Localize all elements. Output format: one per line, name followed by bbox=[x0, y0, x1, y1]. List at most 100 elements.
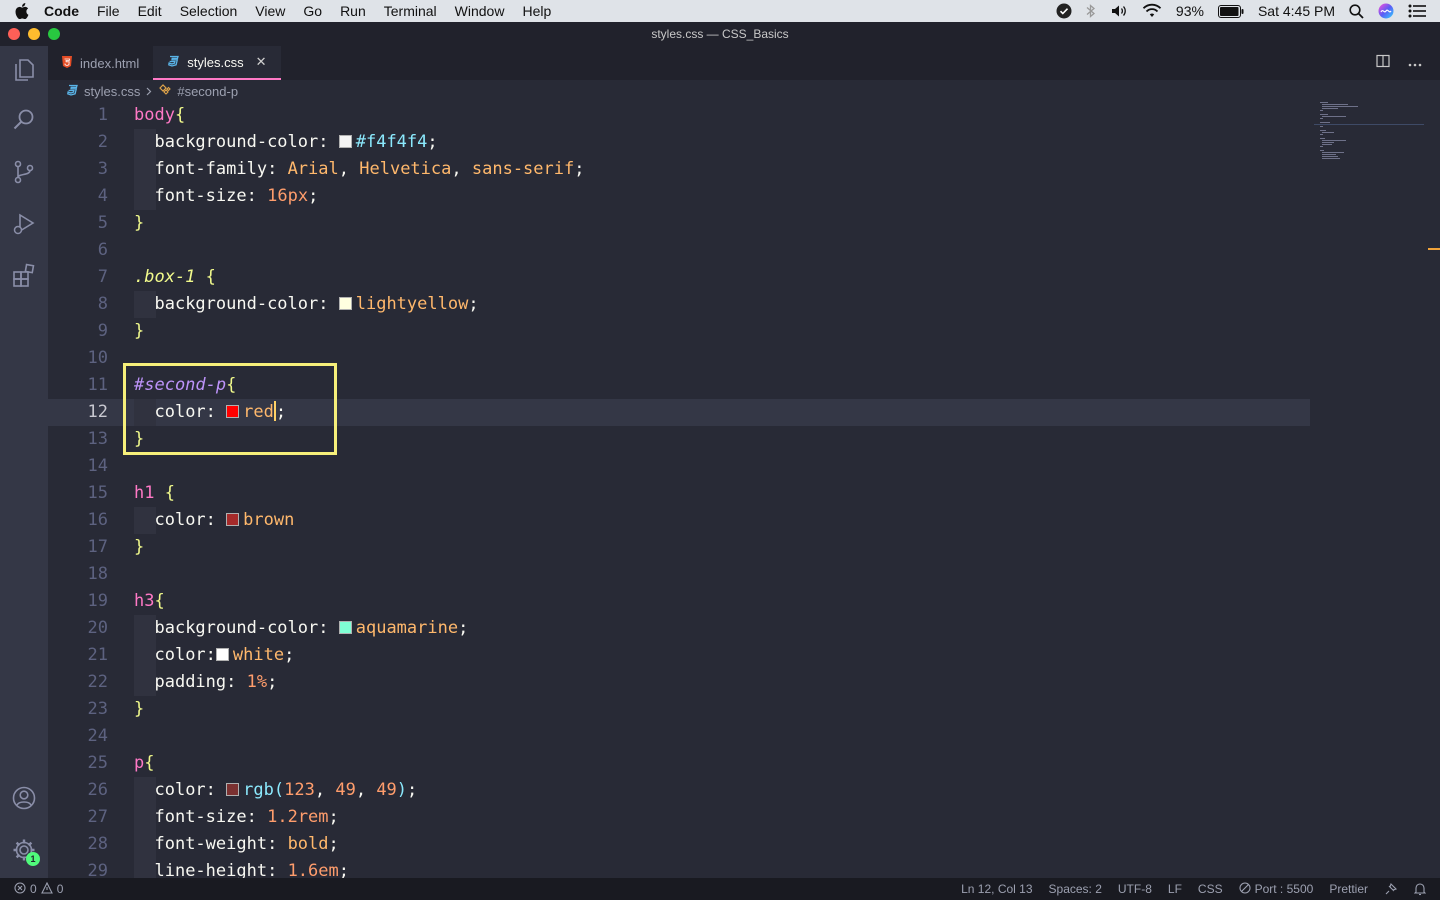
menu-run[interactable]: Run bbox=[331, 3, 375, 19]
code-line: 6 bbox=[97, 240, 108, 260]
apple-logo-icon[interactable] bbox=[0, 3, 44, 19]
minimap-line bbox=[1320, 134, 1323, 135]
menu-app-name[interactable]: Code bbox=[44, 3, 88, 19]
minimize-window-button[interactable] bbox=[28, 28, 40, 40]
notifications-bell-icon[interactable] bbox=[1414, 882, 1426, 896]
menu-edit[interactable]: Edit bbox=[129, 3, 171, 19]
no-entry-icon bbox=[1239, 881, 1251, 897]
code-line: 7 .box-1 { bbox=[97, 267, 216, 287]
extensions-icon[interactable] bbox=[0, 252, 48, 300]
run-debug-icon[interactable] bbox=[0, 200, 48, 248]
live-server-port[interactable]: Port : 5500 bbox=[1239, 881, 1314, 897]
code-line: 3 font-family: Arial, Helvetica, sans-se… bbox=[97, 159, 585, 179]
error-icon bbox=[14, 881, 26, 897]
breadcrumb-symbol[interactable]: #second-p bbox=[177, 84, 238, 99]
code-line: 22 padding: 1%; bbox=[87, 672, 278, 692]
tab-styles-css[interactable]: styles.css ✕ bbox=[153, 46, 281, 80]
html5-icon bbox=[62, 55, 72, 71]
color-swatch[interactable] bbox=[338, 621, 352, 634]
status-bar: 0 0 Ln 12, Col 13 Spaces: 2 UTF-8 LF CSS… bbox=[0, 878, 1440, 900]
more-actions-icon[interactable] bbox=[1408, 54, 1422, 72]
split-editor-icon[interactable] bbox=[1376, 54, 1390, 73]
tab-index-html[interactable]: index.html bbox=[48, 46, 154, 80]
minimap-line bbox=[1320, 138, 1325, 139]
code-line: 9} bbox=[97, 321, 145, 341]
volume-icon[interactable] bbox=[1110, 3, 1128, 19]
code-line: 8 background-color: lightyellow; bbox=[97, 294, 479, 314]
code-line: 29 line-height: 1.6em; bbox=[87, 861, 350, 878]
code-line: 2 background-color: #f4f4f4; bbox=[97, 132, 438, 152]
code-line: 16 color: brown bbox=[87, 510, 295, 530]
code-line: 19 h3{ bbox=[87, 591, 165, 611]
menu-terminal[interactable]: Terminal bbox=[375, 3, 446, 19]
port-label: Port : 5500 bbox=[1254, 882, 1314, 896]
manage-gear-icon[interactable]: 1 bbox=[0, 826, 48, 874]
indentation-setting[interactable]: Spaces: 2 bbox=[1049, 882, 1102, 896]
minimap-line bbox=[1322, 108, 1338, 109]
menu-go[interactable]: Go bbox=[294, 3, 331, 19]
color-swatch[interactable] bbox=[226, 513, 240, 526]
checkmark-status-icon[interactable] bbox=[1056, 3, 1072, 19]
bluetooth-icon[interactable] bbox=[1086, 3, 1096, 19]
breadcrumb-file[interactable]: styles.css bbox=[84, 84, 140, 99]
tab-label: styles.css bbox=[187, 54, 244, 70]
minimap-line bbox=[1322, 144, 1332, 145]
cursor-position[interactable]: Ln 12, Col 13 bbox=[961, 882, 1032, 896]
close-window-button[interactable] bbox=[8, 28, 20, 40]
wifi-icon[interactable] bbox=[1142, 3, 1162, 19]
minimap-line bbox=[1320, 122, 1330, 123]
code-editor[interactable]: 1 body{ 2 background-color: #f4f4f4; 3 fo… bbox=[48, 102, 1440, 878]
code-line: 27 font-size: 1.2rem; bbox=[87, 807, 339, 827]
settings-update-badge: 1 bbox=[26, 852, 40, 866]
minimap-line bbox=[1322, 116, 1346, 117]
search-icon[interactable] bbox=[0, 96, 48, 144]
code-line: 1 body{ bbox=[97, 105, 186, 125]
prettier-formatter[interactable]: Prettier bbox=[1329, 882, 1368, 896]
battery-icon[interactable] bbox=[1217, 4, 1244, 18]
warning-count: 0 bbox=[56, 882, 64, 896]
siri-icon[interactable] bbox=[1378, 3, 1394, 19]
window-title: styles.css — CSS_Basics bbox=[651, 27, 789, 41]
menu-view[interactable]: View bbox=[246, 3, 294, 19]
zoom-window-button[interactable] bbox=[48, 28, 60, 40]
color-swatch[interactable] bbox=[338, 135, 352, 148]
color-swatch[interactable] bbox=[215, 648, 229, 661]
accounts-icon[interactable] bbox=[0, 774, 48, 822]
minimap-line bbox=[1322, 158, 1340, 159]
editor-tab-bar: index.html styles.css ✕ bbox=[48, 46, 1440, 80]
menu-file[interactable]: File bbox=[88, 3, 129, 19]
source-control-icon[interactable] bbox=[0, 148, 48, 196]
problems-indicator[interactable]: 0 0 bbox=[14, 881, 64, 897]
spotlight-search-icon[interactable] bbox=[1349, 3, 1364, 19]
code-line: 20 background-color: aquamarine; bbox=[87, 618, 469, 638]
language-mode[interactable]: CSS bbox=[1198, 882, 1223, 896]
color-swatch[interactable] bbox=[226, 783, 240, 796]
activity-bar: 1 bbox=[0, 46, 48, 878]
feedback-icon[interactable] bbox=[1384, 882, 1398, 896]
code-line: 18 bbox=[87, 564, 108, 584]
overview-ruler-marker bbox=[1428, 248, 1440, 250]
color-swatch[interactable] bbox=[338, 297, 352, 310]
file-encoding[interactable]: UTF-8 bbox=[1118, 882, 1152, 896]
code-line: 24 bbox=[87, 726, 108, 746]
menu-clock[interactable]: Sat 4:45 PM bbox=[1258, 3, 1335, 19]
explorer-icon[interactable] bbox=[0, 46, 48, 94]
menu-window[interactable]: Window bbox=[446, 3, 514, 19]
error-count: 0 bbox=[30, 882, 37, 896]
css3-icon bbox=[167, 55, 180, 70]
minimap-line bbox=[1322, 156, 1338, 157]
notification-center-icon[interactable] bbox=[1408, 4, 1426, 18]
menu-selection[interactable]: Selection bbox=[171, 3, 247, 19]
code-line: 17} bbox=[87, 537, 145, 557]
window-title-bar: styles.css — CSS_Basics bbox=[0, 22, 1440, 46]
close-tab-icon[interactable]: ✕ bbox=[256, 54, 267, 70]
macos-menu-bar: Code File Edit Selection View Go Run Ter… bbox=[0, 0, 1440, 22]
end-of-line-setting[interactable]: LF bbox=[1168, 882, 1182, 896]
minimap[interactable] bbox=[1314, 102, 1430, 202]
menu-help[interactable]: Help bbox=[513, 3, 560, 19]
minimap-line bbox=[1320, 130, 1326, 131]
minimap-line bbox=[1320, 146, 1323, 147]
warning-icon bbox=[40, 881, 53, 897]
minimap-line bbox=[1320, 114, 1328, 115]
tab-label: index.html bbox=[80, 55, 140, 71]
